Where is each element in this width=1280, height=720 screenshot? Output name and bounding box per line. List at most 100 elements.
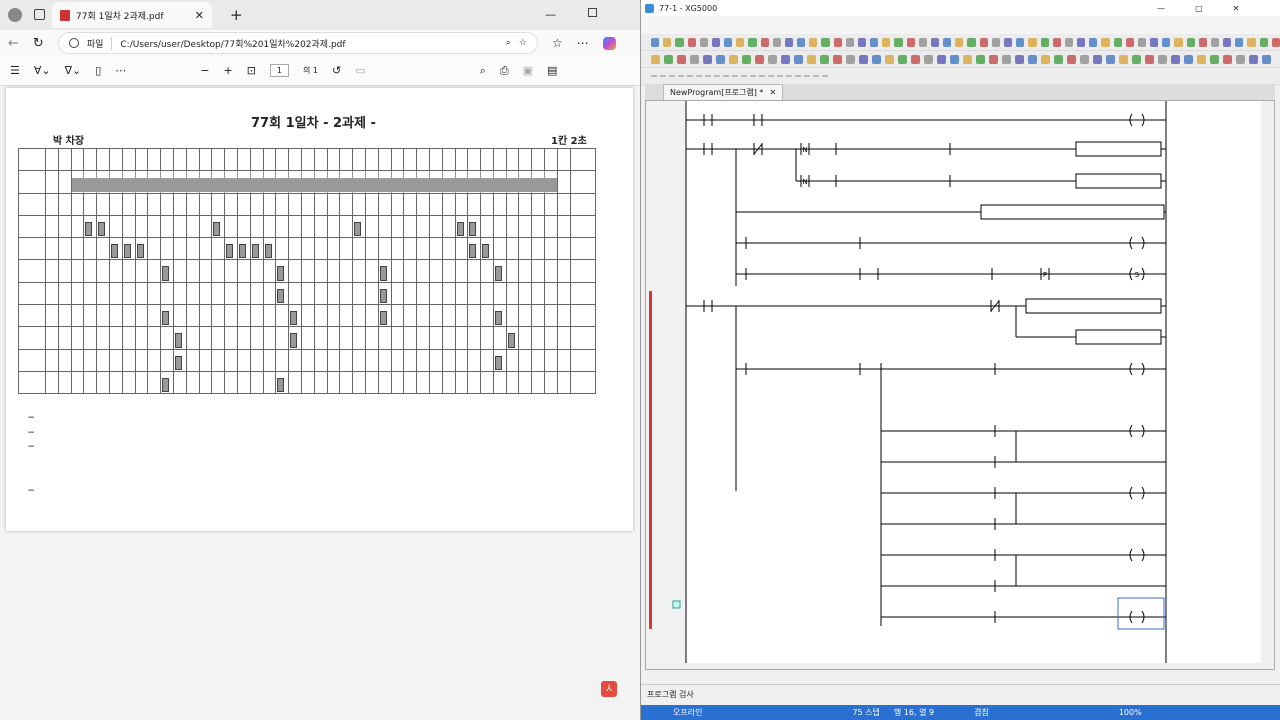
toolbar-button-icon[interactable]	[1158, 54, 1167, 64]
toolbar-button-icon[interactable]	[991, 37, 1000, 47]
close-tab-icon[interactable]: ✕	[195, 9, 204, 22]
toolbar-button-icon[interactable]	[1137, 37, 1147, 47]
toolbar-button-icon[interactable]	[857, 37, 867, 47]
toolbar-button-icon[interactable]	[943, 37, 952, 47]
toolbar-button-icon[interactable]	[1184, 54, 1193, 64]
toolbar-button-icon[interactable]	[755, 54, 764, 64]
toolbar-button-icon[interactable]	[1198, 37, 1207, 47]
toolbar-button-icon[interactable]	[1236, 54, 1245, 64]
toolbar-button-icon[interactable]	[703, 54, 712, 64]
back-icon[interactable]: ←	[8, 36, 19, 51]
toolbar-button-icon[interactable]	[1002, 54, 1011, 64]
toolbar-button-icon[interactable]	[820, 54, 829, 64]
toolbar-button-icon[interactable]	[1150, 37, 1159, 47]
fkey-button[interactable]	[795, 75, 801, 77]
toolbar-button-icon[interactable]	[963, 54, 972, 64]
vertical-scrollbar[interactable]	[1261, 101, 1275, 670]
fkey-button[interactable]	[651, 75, 657, 77]
toolbar-button-icon[interactable]	[724, 37, 733, 47]
tab-actions-icon[interactable]	[34, 9, 45, 20]
toolbar-button-icon[interactable]	[1223, 37, 1232, 47]
toolbar-button-icon[interactable]	[748, 37, 757, 47]
toolbar-button-icon[interactable]	[930, 37, 940, 47]
toolbar-button-icon[interactable]	[760, 37, 769, 47]
toolbar-button-icon[interactable]	[1113, 37, 1122, 47]
maximize-icon[interactable]: ▢	[1195, 4, 1203, 13]
toolbar-button-icon[interactable]	[1106, 54, 1115, 64]
toolbar-button-icon[interactable]	[784, 37, 794, 47]
search-icon[interactable]: ⌕	[480, 64, 486, 78]
acrobat-icon[interactable]: ⅄	[601, 681, 617, 697]
toolbar-button-icon[interactable]	[1132, 54, 1141, 64]
minimize-icon[interactable]: —	[545, 8, 556, 21]
fkey-button[interactable]	[687, 75, 693, 77]
toolbar-button-icon[interactable]	[918, 37, 927, 47]
read-aloud-icon[interactable]: ▯	[95, 64, 101, 77]
toolbar-button-icon[interactable]	[1089, 37, 1098, 47]
toolbar-button-icon[interactable]	[1067, 54, 1076, 64]
browser-tab[interactable]: 77회 1일차 2과제.pdf ✕	[52, 2, 212, 28]
fkey-button[interactable]	[705, 75, 711, 77]
toolbar-button-icon[interactable]	[1093, 54, 1102, 64]
toolbar-button-icon[interactable]	[736, 37, 745, 47]
toolbar-button-icon[interactable]	[1259, 37, 1268, 47]
fkey-button[interactable]	[732, 75, 738, 77]
highlight-icon[interactable]: ∀⌄	[34, 64, 51, 77]
toolbar-button-icon[interactable]	[1054, 54, 1063, 64]
fit-icon[interactable]: ⊡	[247, 64, 256, 77]
toolbar-button-icon[interactable]	[1015, 54, 1024, 64]
favorites-icon[interactable]: ☆	[552, 36, 563, 50]
fkey-button[interactable]	[813, 75, 819, 77]
toolbar-button-icon[interactable]	[1077, 37, 1086, 47]
toolbar-button-icon[interactable]	[845, 37, 854, 47]
toolbar-button-icon[interactable]	[809, 37, 818, 47]
fkey-button[interactable]	[777, 75, 783, 77]
profile-icon[interactable]	[8, 8, 22, 22]
fkey-button[interactable]	[678, 75, 684, 77]
toolbar-button-icon[interactable]	[690, 54, 699, 64]
fkey-button[interactable]	[822, 75, 828, 77]
toolbar-button-icon[interactable]	[1016, 37, 1025, 47]
toolbar-button-icon[interactable]	[742, 54, 751, 64]
toolbar-button-icon[interactable]	[781, 54, 790, 64]
ladder-editor[interactable]: N N P S	[645, 100, 1275, 670]
toolbar-button-icon[interactable]	[989, 54, 998, 64]
toolbar-button-icon[interactable]	[651, 54, 660, 64]
toolbar-button-icon[interactable]	[1052, 37, 1061, 47]
favorite-icon[interactable]: ☆	[519, 38, 527, 48]
toolbar-button-icon[interactable]	[651, 37, 660, 47]
toolbar-button-icon[interactable]	[1162, 37, 1171, 47]
toolbar-button-icon[interactable]	[1210, 37, 1220, 47]
toolbar-button-icon[interactable]	[906, 37, 915, 47]
fkey-button[interactable]	[786, 75, 792, 77]
toolbar-button-icon[interactable]	[1064, 37, 1074, 47]
toolbar-button-icon[interactable]	[687, 37, 696, 47]
toolbar-button-icon[interactable]	[664, 54, 673, 64]
toolbar-button-icon[interactable]	[1028, 37, 1037, 47]
toolbar-button-icon[interactable]	[677, 54, 686, 64]
zoom-icon[interactable]: ⌕	[506, 38, 511, 48]
fkey-button[interactable]	[741, 75, 747, 77]
toolbar-button-icon[interactable]	[1262, 54, 1271, 64]
page-view-icon[interactable]: ▭	[355, 64, 365, 77]
toolbar-button-icon[interactable]	[885, 54, 894, 64]
toolbar-button-icon[interactable]	[1186, 37, 1195, 47]
toolbar-button-icon[interactable]	[833, 54, 842, 64]
fkey-button[interactable]	[759, 75, 765, 77]
toolbar-button-icon[interactable]	[833, 37, 842, 47]
toolbar-button-icon[interactable]	[1125, 37, 1134, 47]
toolbar-button-icon[interactable]	[976, 54, 985, 64]
horizontal-scrollbar[interactable]	[646, 663, 1261, 670]
fkey-button[interactable]	[714, 75, 720, 77]
toolbar-button-icon[interactable]	[894, 37, 903, 47]
maximize-icon[interactable]	[588, 8, 597, 17]
toolbar-button-icon[interactable]	[807, 54, 816, 64]
toolbar-button-icon[interactable]	[768, 54, 777, 64]
toolbar-button-icon[interactable]	[872, 54, 881, 64]
toolbar-button-icon[interactable]	[937, 54, 946, 64]
toolbar-button-icon[interactable]	[979, 37, 988, 47]
fkey-button[interactable]	[723, 75, 729, 77]
close-icon[interactable]: ✕	[1233, 4, 1240, 13]
toolbar-button-icon[interactable]	[967, 37, 976, 47]
fkey-button[interactable]	[669, 75, 675, 77]
